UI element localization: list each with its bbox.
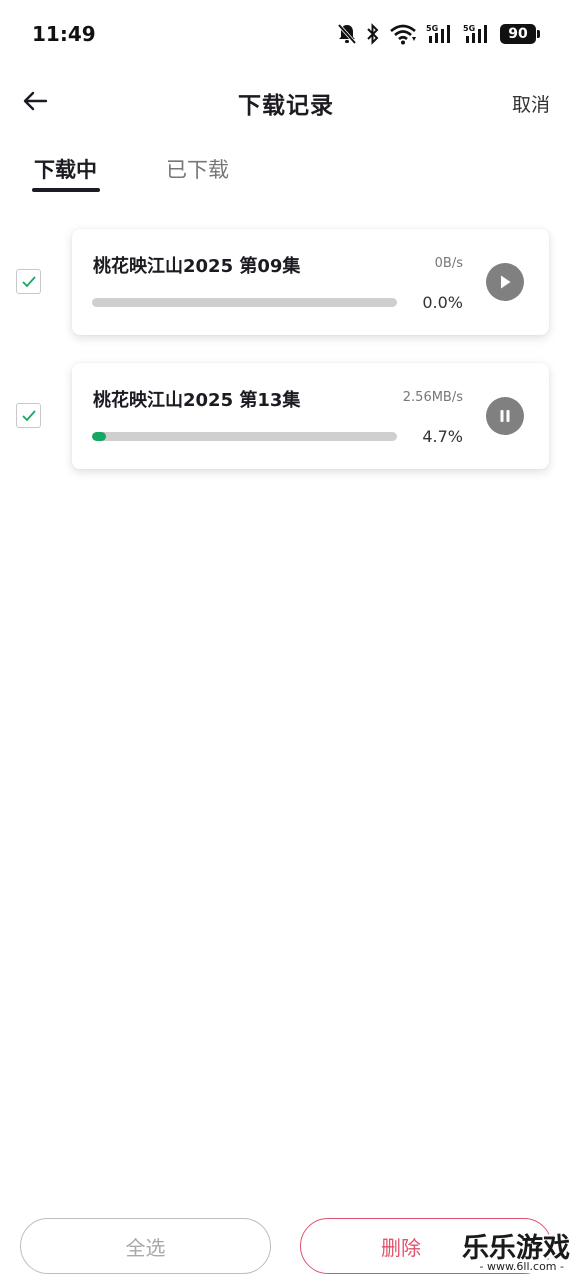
item-checkbox[interactable] [16,269,41,294]
progress-bar [92,298,397,307]
download-item: 桃花映江山2025 第09集 0B/s 0.0% [0,229,572,335]
progress-percent: 4.7% [422,427,463,446]
resume-button[interactable] [486,263,524,301]
tab-bar: 下载中 已下载 [0,148,572,198]
svg-text:5G: 5G [426,24,438,33]
episode-title: 桃花映江山2025 第13集 [93,390,301,411]
select-all-button[interactable]: 全选 [20,1218,271,1274]
play-icon [501,275,511,289]
status-icons: 5G 5G 90 [337,20,540,48]
progress-bar [92,432,397,441]
battery-level: 90 [508,26,528,42]
download-speed: 2.56MB/s [402,390,463,405]
bluetooth-icon [366,23,380,45]
tab-downloaded[interactable]: 已下载 [166,154,229,184]
item-checkbox[interactable] [16,403,41,428]
download-speed: 0B/s [434,256,463,271]
page-title: 下载记录 [238,93,334,119]
status-time: 11:49 [32,22,96,46]
tab-indicator [32,188,100,192]
watermark-url: - www.6ll.com - [477,1260,566,1273]
signal-5g-icon: 5G [426,23,454,45]
watermark: 乐乐游戏 - www.6ll.com - [452,1226,572,1276]
episode-title: 桃花映江山2025 第09集 [93,256,301,277]
header: 下载记录 取消 [0,70,572,134]
delete-label: 删除 [381,1235,421,1260]
status-bar: 11:49 5G 5G 90 [0,0,572,68]
download-card[interactable]: 桃花映江山2025 第13集 2.56MB/s 4.7% [72,363,549,469]
download-card[interactable]: 桃花映江山2025 第09集 0B/s 0.0% [72,229,549,335]
tab-downloading[interactable]: 下载中 [34,154,97,184]
bell-off-icon [337,23,357,45]
select-all-label: 全选 [125,1235,166,1260]
svg-text:5G: 5G [463,24,475,33]
wifi-icon [389,23,417,45]
check-icon [21,409,36,421]
battery-icon: 90 [500,24,540,44]
signal-5g-icon: 5G [463,23,491,45]
cancel-button[interactable]: 取消 [512,90,550,117]
pause-button[interactable] [486,397,524,435]
progress-fill [92,432,107,441]
download-item: 桃花映江山2025 第13集 2.56MB/s 4.7% [0,363,572,469]
progress-percent: 0.0% [422,293,463,312]
check-icon [21,275,36,287]
pause-icon [500,410,510,422]
